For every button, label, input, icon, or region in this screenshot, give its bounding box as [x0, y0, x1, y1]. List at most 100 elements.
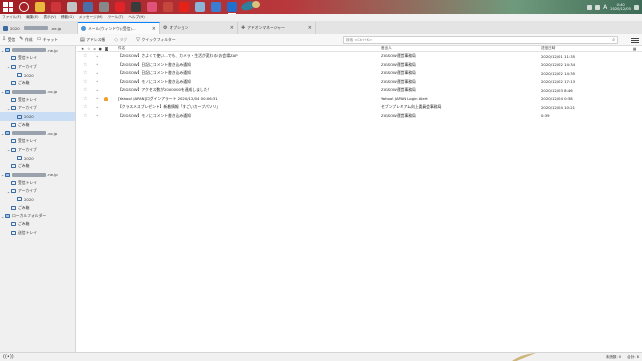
message-row[interactable]: ☆ • 【クラスメスプレゼント】新着情報「すごいカープパソリ」 セブンプレミアム向上委…: [77, 103, 642, 112]
folder-row[interactable]: 受信トレイ: [0, 137, 75, 145]
tab-label-suffix: .ne.jp: [50, 25, 62, 31]
tab-mail[interactable]: メール(ウィンドウ)(受信)… ×: [78, 22, 160, 34]
account-row[interactable]: ⌄ .co.jp: [0, 87, 75, 95]
youtube-app-icon[interactable]: [179, 2, 189, 12]
message-row[interactable]: ☆ • 【ZIGSOW】アクセス数が2000000を達成しました！ ZIGSOW運営事…: [77, 86, 642, 95]
image-app-icon[interactable]: [195, 2, 205, 12]
button-label: クイックフィルター: [141, 37, 176, 42]
message-row[interactable]: ☆ • 【ZIGSOW】日記にコメント書き込み通知 ZIGSOW運営事務局 2020/1…: [77, 61, 642, 70]
hamburger-menu-icon[interactable]: [631, 36, 639, 44]
read-status-icon[interactable]: •: [96, 54, 98, 59]
read-status-icon[interactable]: •: [96, 79, 98, 84]
message-row[interactable]: ☆ • 【ZIGSOW】モノにコメント書き込み通知 ZIGSOW運営事務局 2020/1…: [77, 78, 642, 87]
close-icon[interactable]: ×: [230, 25, 234, 31]
star-column-icon[interactable]: ☆: [87, 47, 90, 51]
tag-button[interactable]: ◇ タグ: [112, 37, 129, 43]
folder-row[interactable]: 2020: [0, 195, 75, 203]
menu-item[interactable]: 移動(G): [61, 15, 74, 20]
read-status-icon[interactable]: •: [96, 113, 98, 118]
folder-row[interactable]: ⌄ アーカイブ: [0, 146, 75, 154]
address-book-button[interactable]: ▤ アドレス帳: [78, 37, 107, 43]
tab-addons[interactable]: ✚ アドオンマネージャー ×: [238, 22, 316, 34]
folder-row[interactable]: 受信トレイ: [0, 96, 75, 104]
write-button[interactable]: ✎ 作成: [17, 37, 34, 43]
folder-row[interactable]: 送信トレイ: [0, 229, 75, 237]
star-icon[interactable]: ☆: [83, 70, 87, 76]
folder-row[interactable]: ⌄ アーカイブ: [0, 187, 75, 195]
quick-filter-button[interactable]: ▽ クイックフィルター: [134, 37, 177, 43]
folder-row[interactable]: ごみ箱: [0, 121, 75, 129]
star-icon[interactable]: ☆: [83, 62, 87, 68]
menu-item[interactable]: ツール(T): [108, 15, 124, 20]
folder-row[interactable]: ごみ箱: [0, 162, 75, 170]
account-row[interactable]: ⌄ .ne.jp: [0, 46, 75, 54]
junk-column-icon[interactable]: ◙: [105, 47, 109, 51]
folder-row[interactable]: ⌄ アーカイブ: [0, 63, 75, 71]
star-icon[interactable]: ☆: [83, 104, 87, 110]
menu-item[interactable]: ファイル(F): [2, 15, 21, 20]
close-icon[interactable]: ×: [152, 26, 156, 32]
menu-item[interactable]: 編集(E): [26, 15, 38, 20]
tray-volume-icon[interactable]: [595, 4, 601, 10]
account-row[interactable]: ⌄ .co.jp: [0, 129, 75, 137]
calendar-app-icon[interactable]: [211, 2, 221, 12]
globe-app-icon[interactable]: [163, 2, 173, 12]
folder-row[interactable]: 受信トレイ: [0, 54, 75, 62]
local-folders-row[interactable]: ⌄ ローカルフォルダー: [0, 212, 75, 220]
attachment-column-icon[interactable]: ⌀: [93, 47, 95, 51]
read-status-icon[interactable]: •: [96, 96, 98, 101]
column-picker-icon[interactable]: ▦: [633, 47, 636, 51]
thunderbird-app-icon[interactable]: [227, 2, 237, 14]
message-row[interactable]: ☆ • 【ZIGSOW】日記にコメント書き込み通知 ZIGSOW運営事務局 2020/1…: [77, 69, 642, 78]
windows-start-icon[interactable]: [3, 2, 13, 12]
folder-row[interactable]: ごみ箱: [0, 220, 75, 228]
date-column-header[interactable]: 送信日時: [541, 46, 555, 51]
tile-app-icon[interactable]: [67, 2, 77, 12]
opera-app-icon[interactable]: [115, 2, 125, 12]
read-status-icon[interactable]: •: [96, 105, 98, 110]
read-column-icon[interactable]: ●: [99, 47, 102, 51]
folder-row[interactable]: 2020: [0, 71, 75, 79]
search-icon[interactable]: [19, 2, 29, 12]
menu-item[interactable]: 表示(V): [44, 15, 56, 20]
folder-row[interactable]: 2020: [0, 112, 75, 121]
account-row[interactable]: ⌄ .ne.jp: [0, 170, 75, 178]
subject-column-header[interactable]: 件名: [118, 46, 125, 51]
close-icon[interactable]: ×: [308, 25, 312, 31]
message-row[interactable]: ☆ • [Yahoo! JAPAN]ログインアラート 2020/12/04 00:0…: [77, 95, 642, 104]
save-app-icon[interactable]: [83, 2, 93, 12]
cmd-app-icon[interactable]: [131, 2, 141, 12]
message-row[interactable]: ☆ • 【ZIGSOW】さよくて使い…でも、カメラ・生活が変わる!お会場ZAP ZIG…: [77, 52, 642, 61]
tab-account-2020[interactable]: 2020 .ne.jp: [0, 22, 78, 34]
star-icon[interactable]: ☆: [83, 113, 87, 119]
message-row[interactable]: ☆ • 【ZIGSOW】モノにコメント書き込み通知 ZIGSOW運営事務局 0:39: [77, 112, 642, 121]
folder-row[interactable]: 受信トレイ: [0, 179, 75, 187]
folder-row[interactable]: ごみ箱: [0, 204, 75, 212]
read-status-icon[interactable]: •: [96, 88, 98, 93]
from-column-header[interactable]: 差出人: [381, 46, 392, 51]
search-input[interactable]: 検索 <Ctrl+K> ⌕: [343, 36, 618, 44]
chat-button[interactable]: ▭ チャット: [35, 37, 60, 43]
thread-column-icon[interactable]: ★: [81, 47, 84, 51]
menu-item[interactable]: ヘルプ(H): [128, 15, 144, 20]
get-mail-button[interactable]: ⇩ 受信: [0, 37, 17, 43]
gear-app-icon[interactable]: [99, 2, 109, 12]
star-icon[interactable]: ☆: [83, 79, 87, 85]
folder-row[interactable]: ⌄ アーカイブ: [0, 104, 75, 112]
star-icon[interactable]: ☆: [83, 96, 87, 102]
menu-item[interactable]: メッセージ(M): [79, 15, 103, 20]
tray-network-icon[interactable]: [587, 4, 593, 10]
folder-row[interactable]: ごみ箱: [0, 79, 75, 87]
taskbar-clock[interactable]: 0:40 2020/12/05: [610, 3, 631, 12]
red-app-icon[interactable]: [51, 2, 61, 12]
read-status-icon[interactable]: •: [96, 71, 98, 76]
read-status-icon[interactable]: •: [96, 62, 98, 67]
pink-app-icon[interactable]: [147, 2, 157, 12]
ime-indicator[interactable]: A: [603, 4, 607, 11]
notification-icon[interactable]: [634, 4, 639, 10]
star-icon[interactable]: ☆: [83, 53, 87, 59]
folder-row[interactable]: 2020: [0, 154, 75, 162]
tab-options[interactable]: ⚙ オプション ×: [160, 22, 238, 34]
star-icon[interactable]: ☆: [83, 87, 87, 93]
folder-app-icon[interactable]: [35, 2, 45, 12]
